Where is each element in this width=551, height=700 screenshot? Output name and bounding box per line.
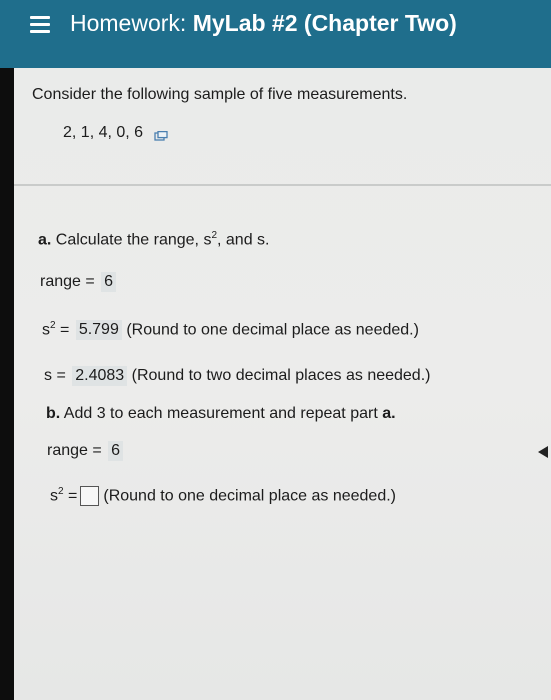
part-a-instruction: a. Calculate the range, s2, and s. (38, 230, 269, 249)
part-a-text: Calculate the range, s (51, 231, 212, 249)
range-label-b: range = (47, 442, 102, 459)
sample-values: 2, 1, 4, 0, 6 (63, 124, 144, 141)
s-label-a: s = (44, 367, 66, 384)
variance-input-b[interactable] (80, 486, 100, 507)
part-b-label: b. (46, 405, 61, 422)
part-a-label: a. (38, 231, 52, 249)
title-main: MyLab #2 (Chapter Two) (192, 10, 457, 36)
s2-label-b: s (50, 487, 58, 505)
range-label-a: range = (40, 273, 95, 290)
section-divider (14, 184, 551, 186)
sd-answer-a[interactable]: 2.4083 (72, 366, 128, 386)
part-b-text-end: a. (382, 405, 396, 422)
s2-eq-b: = (68, 487, 78, 505)
app-header: Homework: MyLab #2 (Chapter Two) (0, 0, 551, 68)
variance-hint-b: (Round to one decimal place as needed.) (103, 487, 396, 505)
range-answer-b[interactable]: 6 (108, 441, 124, 461)
title-prefix: Homework: (70, 10, 193, 36)
sample-data: 2, 1, 4, 0, 6 (63, 124, 168, 142)
s2-sup-a: 2 (50, 320, 56, 331)
s2-label-a: s (42, 321, 50, 339)
s2-sup-b: 2 (58, 486, 64, 497)
part-b-instruction: b. Add 3 to each measurement and repeat … (46, 405, 396, 423)
range-answer-a[interactable]: 6 (101, 272, 117, 292)
part-a-range-row: range = 6 (40, 272, 117, 292)
hamburger-menu-icon[interactable] (30, 14, 50, 34)
part-b-range-row: range = 6 (47, 441, 124, 461)
part-a-sd-row: s = 2.4083 (Round to two decimal places … (44, 366, 430, 386)
s2-eq-a: = (60, 321, 70, 339)
page-title: Homework: MyLab #2 (Chapter Two) (70, 10, 457, 37)
question-prompt: Consider the following sample of five me… (32, 86, 408, 103)
left-bar (0, 68, 14, 700)
variance-answer-a[interactable]: 5.799 (75, 320, 122, 341)
part-a-text-end: , and s. (217, 231, 270, 249)
part-b-variance-row: s2 = (Round to one decimal place as neede… (50, 486, 396, 507)
copy-data-icon[interactable] (153, 128, 168, 141)
sd-hint-a: (Round to two decimal places as needed.) (131, 367, 431, 384)
variance-hint-a: (Round to one decimal place as needed.) (126, 321, 419, 339)
mouse-cursor-icon (538, 446, 548, 458)
part-b-text: Add 3 to each measurement and repeat par… (60, 405, 383, 422)
part-a-variance-row: s2 = 5.799 (Round to one decimal place a… (42, 320, 419, 341)
